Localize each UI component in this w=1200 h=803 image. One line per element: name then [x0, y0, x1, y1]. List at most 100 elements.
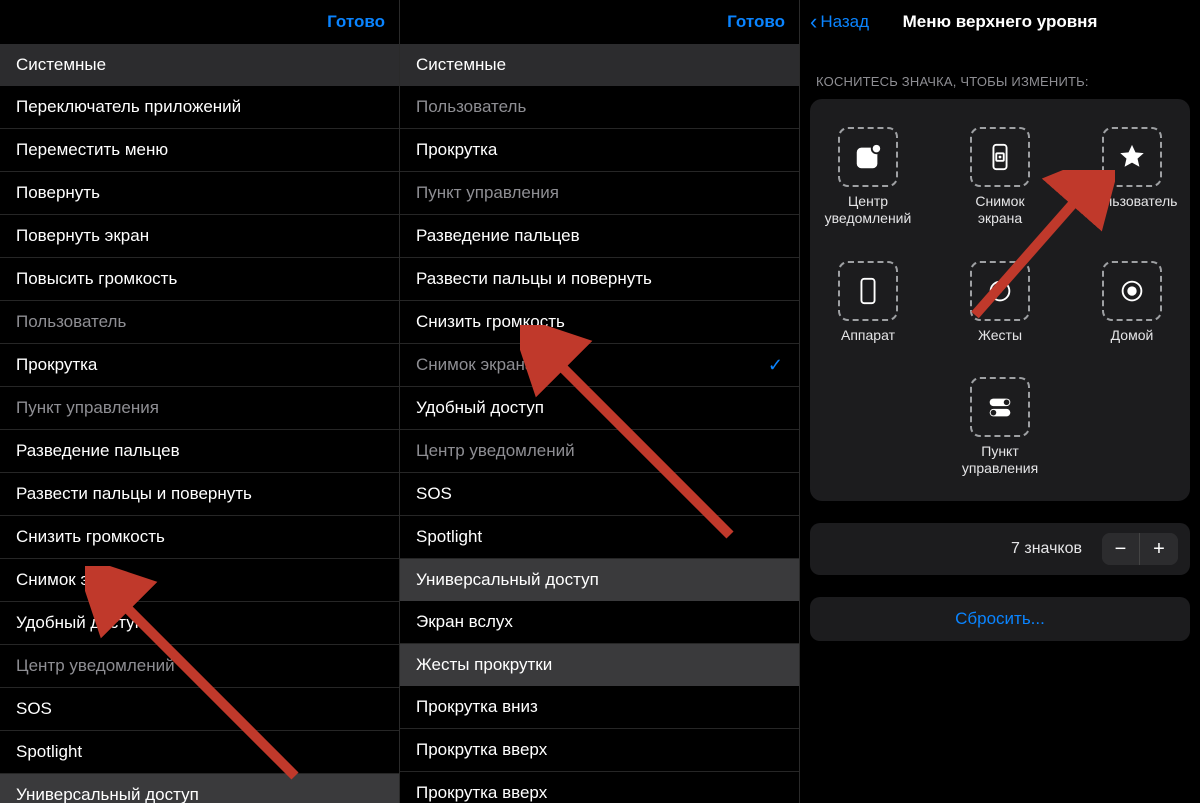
- list-item-label: Spotlight: [416, 527, 482, 547]
- list-item[interactable]: Прокрутка вверх: [400, 729, 799, 772]
- list-item[interactable]: Снимок экрана: [0, 559, 399, 602]
- list-item-label: Развести пальцы и повернуть: [16, 484, 252, 504]
- grid-cell[interactable]: Жесты: [955, 261, 1045, 344]
- list-item[interactable]: Снимок экрана ✓: [400, 344, 799, 387]
- stepper-minus[interactable]: −: [1102, 533, 1140, 565]
- list-item: Системные: [0, 44, 399, 86]
- list-item[interactable]: Переместить меню: [0, 129, 399, 172]
- notification-center-icon: [838, 127, 898, 187]
- list-item-label: Переключатель приложений: [16, 97, 241, 117]
- page-title: Меню верхнего уровня: [903, 12, 1098, 32]
- reset-button[interactable]: Сбросить...: [810, 597, 1190, 641]
- grid-cell[interactable]: Центр уведомлений: [823, 127, 913, 227]
- actions-list[interactable]: Системные Пользователь Прокрутка Пункт упра…: [400, 44, 799, 803]
- list-item-label: Удобный доступ: [416, 398, 544, 418]
- list-item[interactable]: Разведение пальцев: [400, 215, 799, 258]
- list-item[interactable]: Снизить громкость: [0, 516, 399, 559]
- list-item-label: SOS: [16, 699, 52, 719]
- grid-cell-label: Снимок экрана: [955, 193, 1045, 227]
- list-item-label: Пункт управления: [416, 183, 559, 203]
- list-item[interactable]: Повысить громкость: [0, 258, 399, 301]
- grid-cell-label: Домой: [1111, 327, 1154, 344]
- chevron-left-icon: ‹: [810, 11, 817, 33]
- list-item[interactable]: Переключатель приложений: [0, 86, 399, 129]
- list-item: Универсальный доступ: [0, 774, 399, 803]
- list-item[interactable]: Spotlight: [0, 731, 399, 774]
- list-item[interactable]: Удобный доступ: [400, 387, 799, 430]
- list-item-label: Пункт управления: [16, 398, 159, 418]
- gesture-icon: [970, 261, 1030, 321]
- list-item[interactable]: Прокрутка вверх: [400, 772, 799, 803]
- back-label: Назад: [820, 12, 869, 32]
- section-hint: КОСНИТЕСЬ ЗНАЧКА, ЧТОБЫ ИЗМЕНИТЬ:: [800, 44, 1200, 99]
- grid-cell[interactable]: Домой: [1087, 261, 1177, 344]
- list-item-label: Spotlight: [16, 742, 82, 762]
- list-item: Универсальный доступ: [400, 559, 799, 601]
- list-item[interactable]: Пункт управления: [0, 387, 399, 430]
- list-item-label: Центр уведомлений: [16, 656, 175, 676]
- list-item: Жесты прокрутки: [400, 644, 799, 686]
- list-item[interactable]: Прокрутка: [0, 344, 399, 387]
- list-item-label: Снимок экрана: [416, 355, 534, 375]
- toggles-icon: [970, 377, 1030, 437]
- list-item-label: Универсальный доступ: [16, 785, 199, 803]
- list-item-label: Снизить громкость: [16, 527, 165, 547]
- list-item[interactable]: Spotlight: [400, 516, 799, 559]
- list-item[interactable]: Пользователь: [400, 86, 799, 129]
- grid-cell[interactable]: Аппарат: [823, 261, 913, 344]
- back-button[interactable]: ‹Назад: [810, 11, 869, 33]
- grid-cell-label: Пользователь: [1087, 193, 1178, 210]
- stepper-plus[interactable]: +: [1140, 533, 1178, 565]
- list-item-label: Развести пальцы и повернуть: [416, 269, 652, 289]
- pane-top-menu: ‹Назад Меню верхнего уровня КОСНИТЕСЬ ЗН…: [800, 0, 1200, 803]
- list-item: Системные: [400, 44, 799, 86]
- list-item-label: Удобный доступ: [16, 613, 144, 633]
- list-item[interactable]: Развести пальцы и повернуть: [0, 473, 399, 516]
- grid-cell-label: Пункт управления: [955, 443, 1045, 477]
- list-item[interactable]: Прокрутка вниз: [400, 686, 799, 729]
- list-item[interactable]: Повернуть экран: [0, 215, 399, 258]
- list-item-label: Переместить меню: [16, 140, 168, 160]
- list-item[interactable]: Пользователь: [0, 301, 399, 344]
- list-item-label: Пользователь: [416, 97, 526, 117]
- grid-cell[interactable]: Снимок экрана: [955, 127, 1045, 227]
- navbar: Готово: [0, 0, 399, 44]
- list-item[interactable]: Центр уведомлений: [0, 645, 399, 688]
- list-item[interactable]: Снизить громкость: [400, 301, 799, 344]
- list-item-label: Пользователь: [16, 312, 126, 332]
- list-item-label: Повернуть: [16, 183, 100, 203]
- count-stepper: − +: [1102, 533, 1178, 565]
- list-item[interactable]: SOS: [0, 688, 399, 731]
- actions-list[interactable]: Системные Переключатель приложений Перемес…: [0, 44, 399, 803]
- grid-cell-label: Аппарат: [841, 327, 895, 344]
- list-item[interactable]: Удобный доступ: [0, 602, 399, 645]
- list-item[interactable]: Экран вслух: [400, 601, 799, 644]
- list-item-label: Прокрутка: [16, 355, 97, 375]
- done-button[interactable]: Готово: [727, 12, 785, 32]
- grid-cell[interactable]: Пользователь: [1087, 127, 1177, 227]
- list-item[interactable]: Прокрутка: [400, 129, 799, 172]
- list-item-label: Центр уведомлений: [416, 441, 575, 461]
- list-item[interactable]: Разведение пальцев: [0, 430, 399, 473]
- list-item-label: Разведение пальцев: [16, 441, 180, 461]
- list-item[interactable]: Пункт управления: [400, 172, 799, 215]
- grid-cell[interactable]: Пункт управления: [955, 377, 1045, 477]
- checkmark-icon: ✓: [768, 355, 783, 376]
- list-item[interactable]: SOS: [400, 473, 799, 516]
- navbar: ‹Назад Меню верхнего уровня: [800, 0, 1200, 44]
- list-item-label: SOS: [416, 484, 452, 504]
- list-item[interactable]: Центр уведомлений: [400, 430, 799, 473]
- list-item[interactable]: Развести пальцы и повернуть: [400, 258, 799, 301]
- device-icon: [838, 261, 898, 321]
- list-item-label: Повысить громкость: [16, 269, 177, 289]
- viewport: Готово Системные Переключатель приложений…: [0, 0, 1200, 803]
- screenshot-icon: [970, 127, 1030, 187]
- list-item-label: Системные: [16, 55, 106, 75]
- list-item[interactable]: Повернуть: [0, 172, 399, 215]
- list-item-label: Прокрутка вверх: [416, 740, 547, 760]
- list-item-label: Экран вслух: [416, 612, 513, 632]
- done-button[interactable]: Готово: [327, 12, 385, 32]
- list-item-label: Универсальный доступ: [416, 570, 599, 590]
- pane-actions-1: Готово Системные Переключатель приложений…: [0, 0, 400, 803]
- grid-cell-label: Центр уведомлений: [823, 193, 913, 227]
